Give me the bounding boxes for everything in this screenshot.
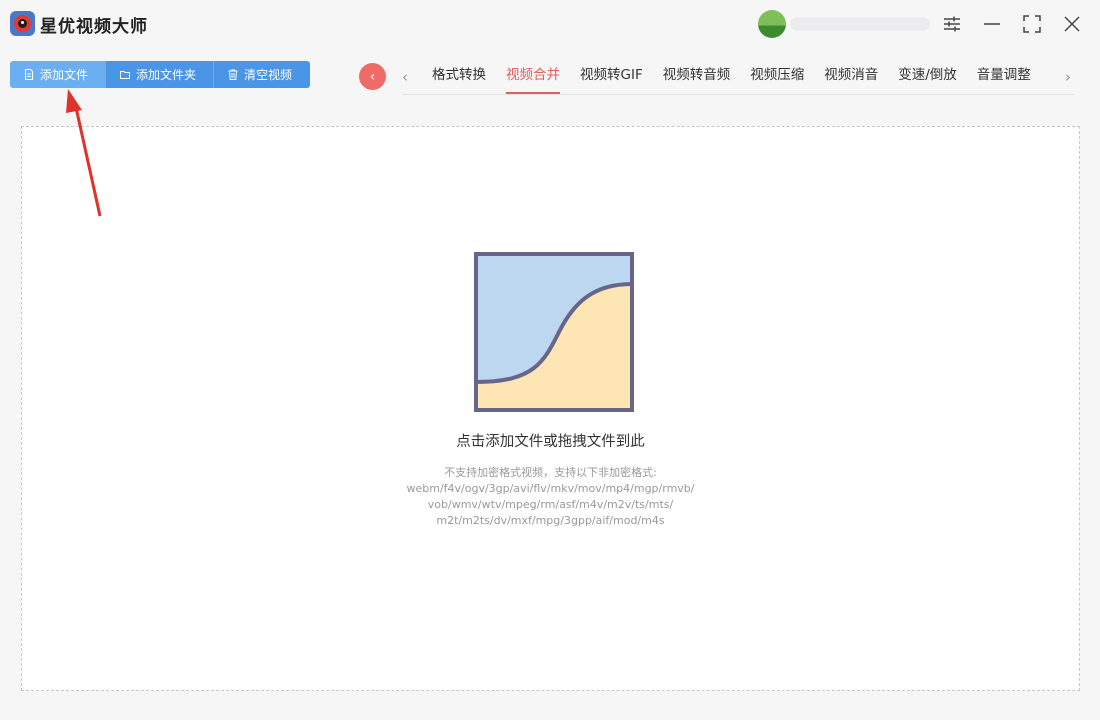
close-icon[interactable] bbox=[1060, 12, 1084, 36]
minimize-icon[interactable] bbox=[980, 12, 1004, 36]
tab-video-compress[interactable]: 视频压缩 bbox=[740, 62, 814, 94]
clear-videos-button[interactable]: 清空视频 bbox=[214, 61, 310, 88]
maximize-icon[interactable] bbox=[1020, 12, 1044, 36]
collapse-nav-button[interactable]: ‹ bbox=[359, 63, 386, 90]
drop-zone-title: 点击添加文件或拖拽文件到此 bbox=[456, 434, 645, 450]
file-icon bbox=[25, 69, 33, 80]
tab-video-to-audio[interactable]: 视频转音频 bbox=[653, 62, 741, 94]
add-file-button[interactable]: 添加文件 bbox=[10, 61, 106, 88]
formats-line: webm/f4v/ogv/3gp/avi/flv/mkv/mov/mp4/mgp… bbox=[406, 482, 695, 495]
settings-sliders-icon[interactable] bbox=[940, 12, 964, 36]
user-name-redacted[interactable] bbox=[790, 17, 930, 31]
tab-speed-reverse[interactable]: 变速/倒放 bbox=[888, 62, 967, 94]
add-folder-button[interactable]: 添加文件夹 bbox=[106, 61, 214, 88]
tab-volume-adjust[interactable]: 音量调整 bbox=[967, 62, 1041, 94]
tab-video-mute[interactable]: 视频消音 bbox=[814, 62, 888, 94]
image-placeholder-icon bbox=[474, 252, 634, 412]
add-file-label: 添加文件 bbox=[40, 68, 89, 82]
clear-videos-label: 清空视频 bbox=[244, 68, 293, 82]
tab-video-merge[interactable]: 视频合并 bbox=[496, 62, 570, 94]
add-folder-label: 添加文件夹 bbox=[136, 68, 197, 82]
formats-line: m2t/m2ts/dv/mxf/mpg/3gpp/aif/mod/m4s bbox=[436, 514, 665, 527]
file-drop-zone[interactable]: 点击添加文件或拖拽文件到此 不支持加密格式视频，支持以下非加密格式: webm/… bbox=[21, 126, 1080, 691]
trash-icon bbox=[228, 69, 238, 80]
app-logo-icon bbox=[10, 11, 35, 36]
user-avatar[interactable] bbox=[758, 10, 786, 38]
formats-line: 不支持加密格式视频，支持以下非加密格式: bbox=[444, 466, 657, 479]
tab-format-convert[interactable]: 格式转换 bbox=[422, 62, 496, 94]
formats-line: vob/wmv/wtv/mpeg/rm/asf/m4v/m2v/ts/mts/ bbox=[427, 498, 674, 511]
supported-formats-text: 不支持加密格式视频，支持以下非加密格式: webm/f4v/ogv/3gp/av… bbox=[22, 465, 1079, 529]
tab-video-to-gif[interactable]: 视频转GIF bbox=[570, 62, 653, 94]
toolbar: 添加文件 添加文件夹 清空视频 bbox=[10, 61, 310, 88]
tabs-scroll-right-icon[interactable]: › bbox=[1065, 68, 1071, 86]
function-tabs: 格式转换 视频合并 视频转GIF 视频转音频 视频压缩 视频消音 变速/倒放 音… bbox=[422, 62, 1041, 94]
tabs-scroll-left-icon[interactable]: ‹ bbox=[402, 68, 408, 86]
title-bar: 星优视频大师 bbox=[0, 0, 1100, 50]
tabs-divider bbox=[402, 94, 1074, 95]
chevron-left-icon: ‹ bbox=[369, 68, 376, 85]
app-title: 星优视频大师 bbox=[40, 17, 148, 37]
folder-icon bbox=[120, 71, 130, 79]
